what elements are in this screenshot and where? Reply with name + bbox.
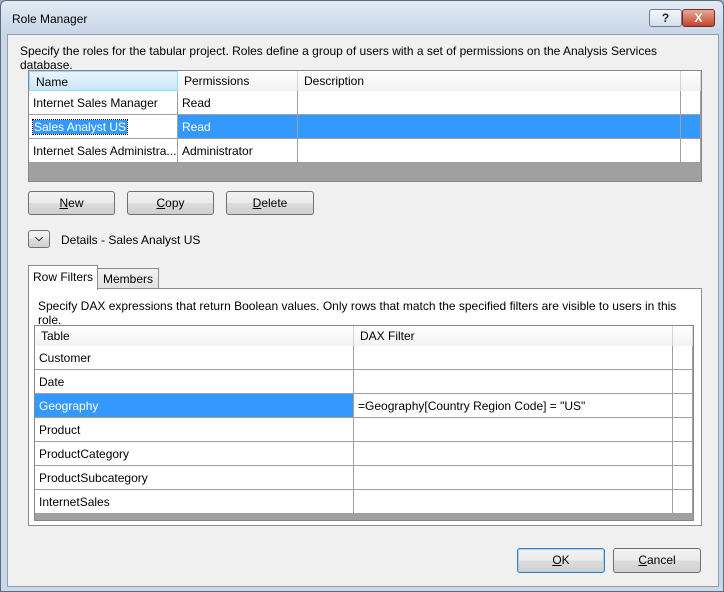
role-permissions-cell[interactable]: Read: [178, 115, 298, 139]
grid-empty-area: [35, 514, 693, 520]
ok-button[interactable]: OK: [517, 548, 605, 573]
delete-button[interactable]: Delete: [226, 191, 314, 215]
copy-button[interactable]: Copy: [127, 191, 214, 215]
filter-dax-cell[interactable]: [354, 418, 673, 442]
role-permissions-cell[interactable]: Read: [178, 91, 298, 115]
close-button[interactable]: X: [682, 9, 715, 27]
row-spacer: [681, 139, 701, 163]
grid-empty-area: [29, 163, 701, 181]
role-permissions-cell[interactable]: Administrator: [178, 139, 298, 163]
column-header-dax-filter[interactable]: DAX Filter: [354, 326, 673, 346]
column-header-spacer: [673, 326, 693, 346]
filter-dax-cell[interactable]: [354, 442, 673, 466]
role-name-cell[interactable]: Sales Analyst US: [29, 115, 178, 139]
new-button[interactable]: New: [28, 191, 115, 215]
filter-dax-cell[interactable]: [354, 346, 673, 370]
column-header-description[interactable]: Description: [298, 71, 681, 91]
dialog-client-area: Specify the roles for the tabular projec…: [7, 34, 719, 587]
filter-dax-cell[interactable]: [354, 490, 673, 514]
filter-table-cell[interactable]: Product: [35, 418, 354, 442]
role-description-cell[interactable]: [298, 139, 681, 163]
row-spacer: [673, 442, 693, 466]
tab-row-filters[interactable]: Row Filters: [28, 265, 98, 290]
row-spacer: [673, 466, 693, 490]
filter-table-cell[interactable]: Geography: [35, 394, 354, 418]
row-filters-panel: Specify DAX expressions that return Bool…: [28, 288, 702, 526]
column-header-spacer: [681, 71, 701, 91]
details-label: Details - Sales Analyst US: [61, 233, 201, 247]
row-filters-instructions: Specify DAX expressions that return Bool…: [38, 299, 677, 327]
role-manager-window: Role Manager ? X Specify the roles for t…: [0, 0, 724, 592]
role-description-cell[interactable]: [298, 91, 681, 115]
filter-table-cell[interactable]: InternetSales: [35, 490, 354, 514]
column-header-name[interactable]: Name: [29, 71, 178, 91]
row-spacer: [681, 91, 701, 115]
chevron-double-down-icon: ⌵: [35, 233, 43, 244]
cancel-button-label: Cancel: [638, 553, 676, 567]
row-filters-grid[interactable]: Table DAX Filter Customer Date Geography =G…: [34, 325, 694, 521]
help-icon: ?: [661, 11, 670, 25]
filter-dax-cell[interactable]: [354, 370, 673, 394]
roles-grid[interactable]: Name Permissions Description Internet Sa…: [28, 70, 702, 182]
cancel-button[interactable]: Cancel: [613, 548, 701, 573]
help-button[interactable]: ?: [649, 9, 682, 27]
row-spacer: [673, 370, 693, 394]
filter-table-cell[interactable]: ProductSubcategory: [35, 466, 354, 490]
filter-dax-cell[interactable]: [354, 466, 673, 490]
role-name-cell[interactable]: Internet Sales Administra...: [29, 139, 178, 163]
role-name-selected-text: Sales Analyst US: [31, 119, 129, 135]
filter-dax-cell[interactable]: =Geography[Country Region Code] = "US": [354, 394, 673, 418]
close-icon: X: [694, 11, 703, 25]
role-name-cell[interactable]: Internet Sales Manager: [29, 91, 178, 115]
window-title: Role Manager: [12, 12, 88, 26]
column-header-table[interactable]: Table: [35, 326, 354, 346]
filter-table-cell[interactable]: Date: [35, 370, 354, 394]
tab-members[interactable]: Members: [97, 268, 159, 289]
details-toggle-button[interactable]: ⌵: [28, 230, 50, 248]
title-bar[interactable]: Role Manager ? X: [1, 1, 723, 35]
ok-button-label: OK: [552, 553, 570, 567]
filter-table-cell[interactable]: ProductCategory: [35, 442, 354, 466]
role-description-cell[interactable]: [298, 115, 681, 139]
row-spacer: [673, 490, 693, 514]
row-spacer: [673, 346, 693, 370]
intro-text: Specify the roles for the tabular projec…: [20, 44, 657, 72]
row-spacer: [681, 115, 701, 139]
row-spacer: [673, 418, 693, 442]
filter-table-cell[interactable]: Customer: [35, 346, 354, 370]
column-header-permissions[interactable]: Permissions: [178, 71, 298, 91]
row-spacer: [673, 394, 693, 418]
